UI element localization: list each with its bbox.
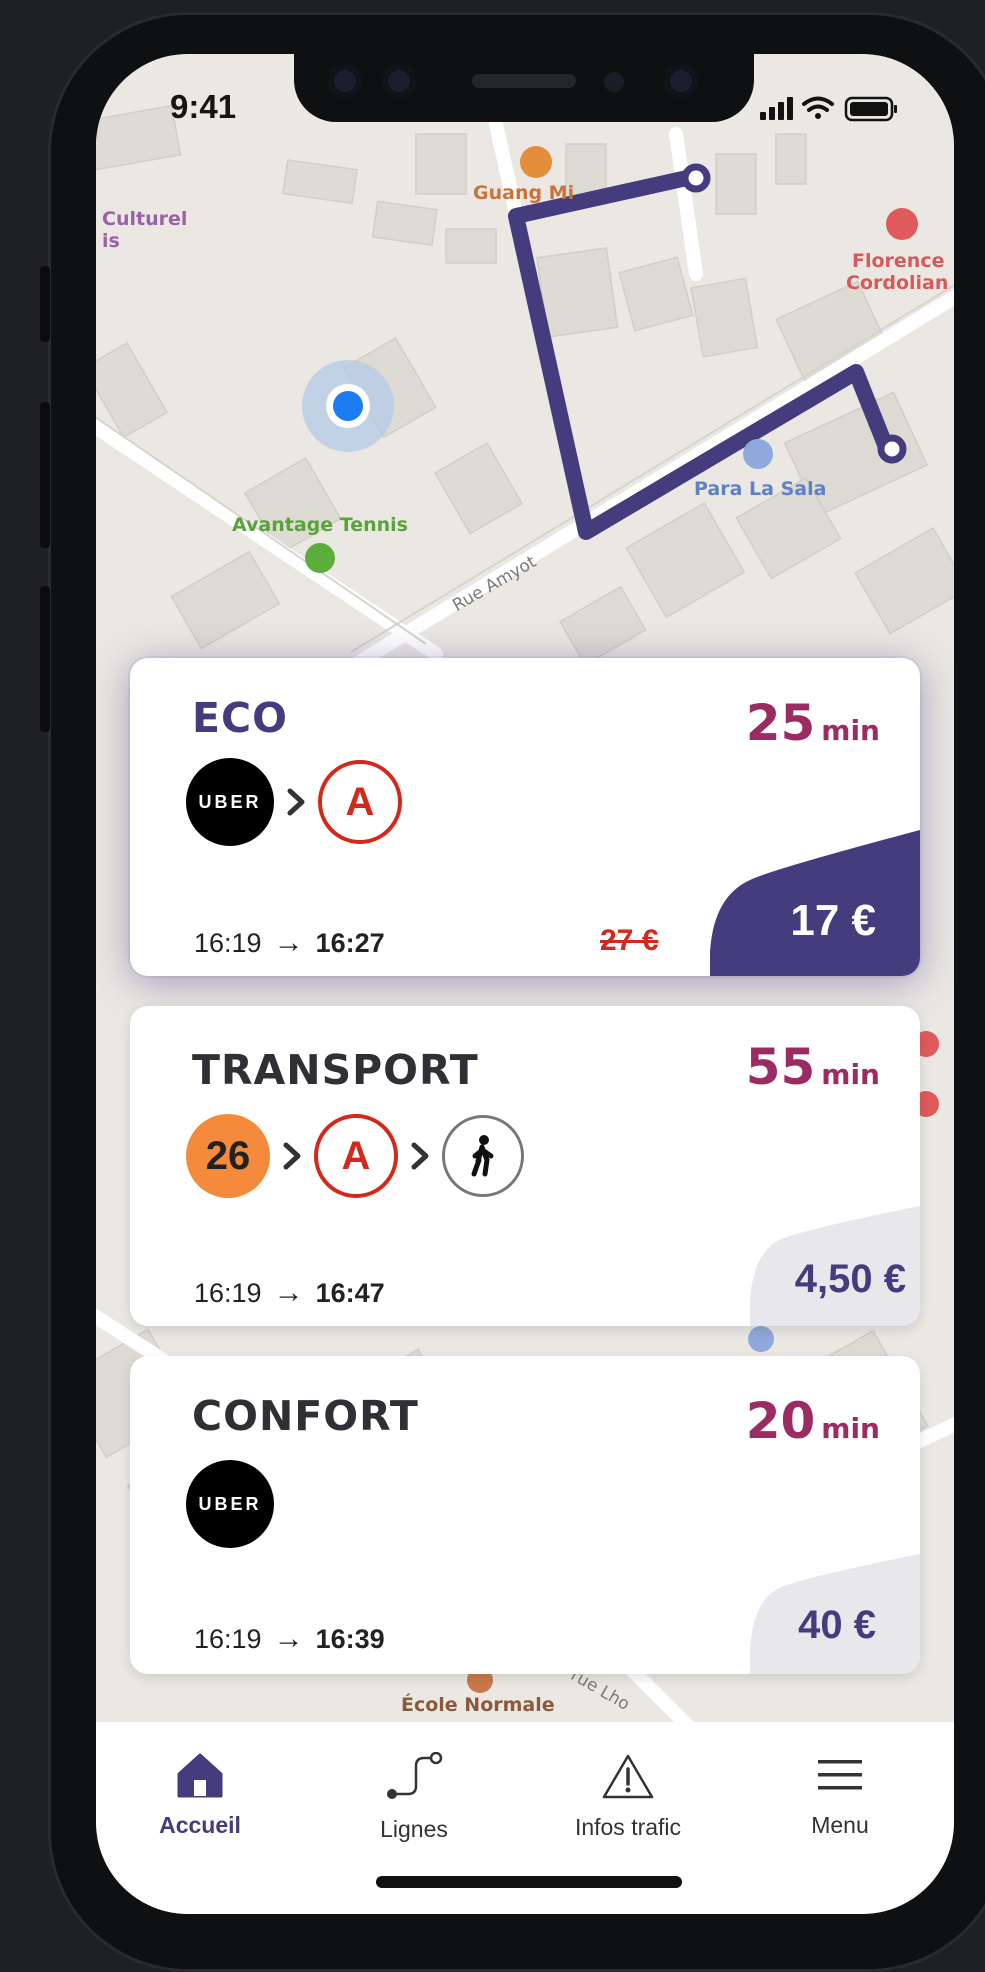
map-label-poi-top: Guang Mi (473, 182, 575, 204)
arrow-right-icon: → (273, 1276, 304, 1309)
tab-lignes[interactable]: Lignes (324, 1751, 504, 1843)
map-label-tennis: Avantage Tennis (232, 514, 408, 536)
price: 40 € (798, 1603, 876, 1647)
screen: Guang Mi Culturel is Florence Cordolian … (96, 54, 954, 1914)
depart-time: 16:19 (194, 1277, 262, 1308)
route-duration: 20 min (745, 1392, 880, 1450)
arrow-right-icon: → (273, 926, 304, 959)
route-card-eco[interactable]: ECO 25 min UBER A 16:19 → 16:27 27 € 17 € (130, 658, 920, 976)
uber-icon: UBER (186, 758, 274, 846)
notch (294, 54, 754, 122)
chevron-right-icon (278, 782, 314, 822)
map-label-para: Para La Sala (694, 478, 827, 500)
home-icon (177, 1753, 223, 1798)
rer-a-icon: A (318, 760, 402, 844)
route-times: 16:19 → 16:39 (194, 1622, 385, 1656)
route-title: ECO (192, 694, 288, 742)
tab-label: Infos trafic (574, 1814, 682, 1840)
route-times: 16:19 → 16:47 (194, 1276, 385, 1310)
route-duration: 25 min (745, 694, 880, 752)
chevron-right-icon (274, 1136, 310, 1176)
old-price: 27 € (600, 924, 659, 957)
battery-icon (844, 96, 897, 122)
route-legs: UBER (186, 1460, 274, 1548)
sensor-icon (382, 64, 416, 98)
home-indicator[interactable] (376, 1876, 682, 1888)
arrive-time: 16:39 (315, 1623, 385, 1654)
tab-label: Lignes (380, 1816, 448, 1842)
price: 17 € (790, 896, 876, 945)
tab-accueil[interactable]: Accueil (110, 1752, 290, 1839)
route-card-confort[interactable]: CONFORT 20 min UBER 16:19 → 16:39 40 € (130, 1356, 920, 1674)
speaker-grille (472, 74, 576, 88)
status-time: 9:41 (170, 88, 237, 125)
route-card-transport[interactable]: TRANSPORT 55 min 26 A 16:19 → 16:47 4,50… (130, 1006, 920, 1326)
depart-time: 16:19 (194, 927, 262, 958)
map-label-culturel-2: is (102, 230, 120, 252)
camera-icon (328, 64, 362, 98)
menu-icon (818, 1760, 862, 1790)
map-label-cordolian: Cordolian (846, 272, 949, 294)
route-title: CONFORT (192, 1392, 419, 1440)
route-duration: 55 min (745, 1038, 880, 1096)
status-icons (760, 94, 920, 128)
route-legs: UBER A (186, 758, 402, 846)
wifi-icon (802, 96, 834, 119)
map-label-florence: Florence (852, 250, 945, 272)
arrive-time: 16:27 (315, 927, 385, 958)
arrow-right-icon: → (273, 1622, 304, 1655)
route-times: 16:19 → 16:27 (194, 926, 385, 960)
route-legs: 26 A (186, 1114, 524, 1198)
side-button-volume-down (40, 586, 50, 732)
signal-icon (760, 97, 793, 120)
chevron-right-icon (402, 1136, 438, 1176)
route-title: TRANSPORT (192, 1046, 479, 1094)
price: 4,50 € (794, 1257, 906, 1301)
tab-infos-trafic[interactable]: Infos trafic (538, 1752, 718, 1841)
side-button-volume-up (40, 402, 50, 548)
side-button-mute (40, 266, 50, 342)
arrive-time: 16:47 (315, 1277, 385, 1308)
tab-menu[interactable]: Menu (750, 1752, 930, 1839)
front-camera-icon (664, 64, 698, 98)
route-icon (387, 1751, 443, 1799)
warning-icon (602, 1754, 654, 1799)
tab-label: Accueil (159, 1812, 241, 1838)
map-label-ecole: École Normale (401, 1694, 555, 1716)
map-label-culturel: Culturel (102, 208, 188, 230)
rer-a-icon: A (314, 1114, 398, 1198)
walk-icon (442, 1115, 524, 1197)
uber-icon: UBER (186, 1460, 274, 1548)
proximity-sensor-icon (604, 72, 624, 92)
tab-label: Menu (811, 1812, 869, 1838)
bus-26-icon: 26 (186, 1114, 270, 1198)
depart-time: 16:19 (194, 1623, 262, 1654)
